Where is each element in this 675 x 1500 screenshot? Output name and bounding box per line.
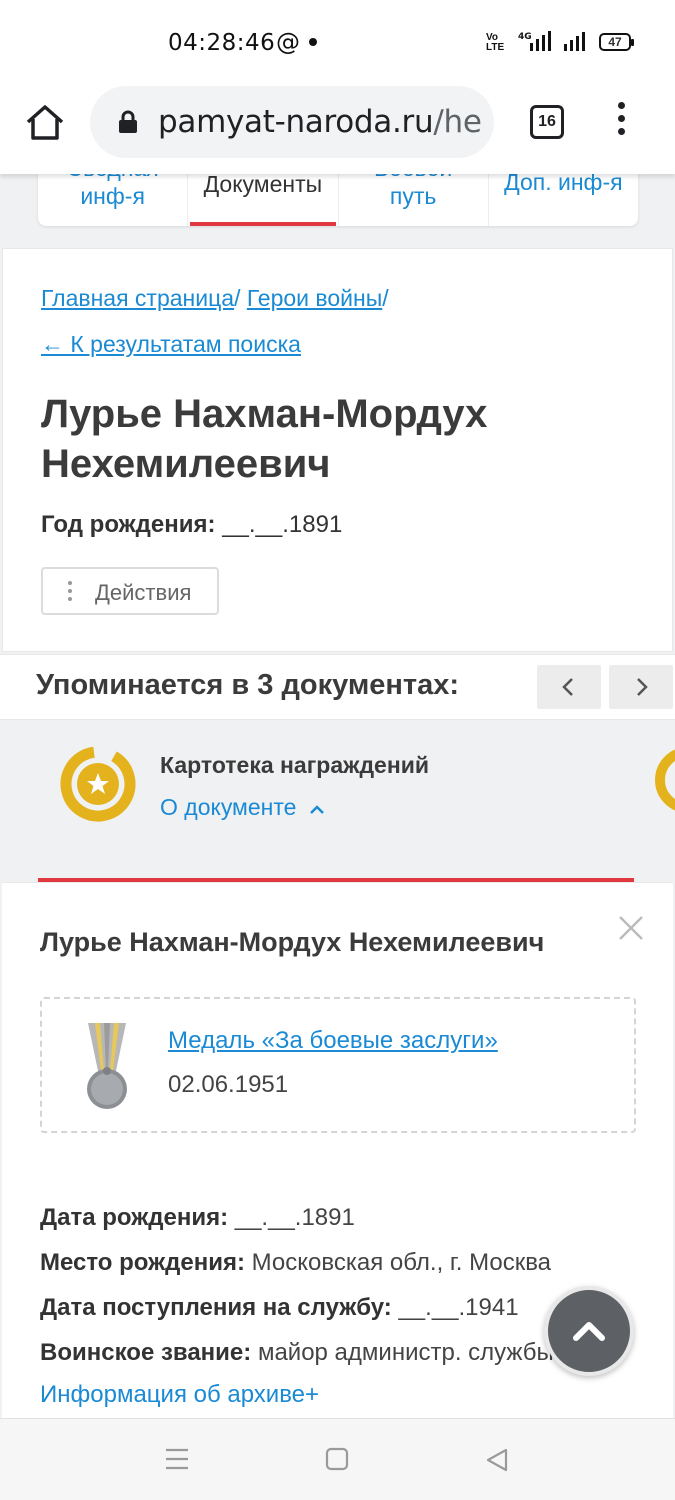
mentions-title: Упоминается в 3 документах:: [36, 669, 460, 701]
home-square-icon[interactable]: [325, 1447, 349, 1471]
url-text: pamyat-naroda.ru/he: [158, 104, 482, 140]
vertical-dots-icon: [67, 581, 73, 605]
fact-rank: Воинское звание: майор администр. службы: [40, 1339, 554, 1366]
network-type-label: 4G: [518, 32, 532, 42]
close-icon[interactable]: [616, 913, 646, 943]
birth-year-label: Год рождения:: [41, 511, 216, 538]
award-card-icon: [60, 746, 136, 822]
status-bar: 04:28:46 @ Vo LTE 4G 47: [0, 0, 675, 86]
person-card: Главная страница/ Герои войны/ ← К резул…: [2, 248, 673, 652]
page-title: Лурье Нахман-Мордух Нехемилеевич: [41, 392, 488, 486]
breadcrumb-separator: /: [382, 285, 389, 311]
url-path: /he: [433, 104, 482, 140]
actions-button[interactable]: Действия: [41, 567, 219, 615]
document-card[interactable]: Картотека награждений О документе: [38, 720, 634, 882]
home-icon[interactable]: [24, 102, 66, 144]
status-time: 04:28:46: [168, 30, 276, 56]
battery-icon: 47: [599, 33, 634, 51]
signal-icon: [564, 32, 585, 51]
archive-info-link[interactable]: Информация об архиве+: [40, 1381, 319, 1409]
birth-year: Год рождения: __.__.1891: [41, 511, 342, 539]
address-bar[interactable]: pamyat-naroda.ru/he: [90, 86, 494, 158]
browser-toolbar: pamyat-naroda.ru/he 16: [0, 86, 675, 174]
notification-dot-icon: [309, 38, 317, 46]
tab-summary[interactable]: Своднаяинф-я: [38, 174, 189, 226]
fact-birth-place: Место рождения: Московская обл., г. Моск…: [40, 1249, 552, 1276]
award-date: 02.06.1951: [168, 1071, 289, 1098]
section-tabs: Своднаяинф-я Документы Боевойпуть Доп. и…: [38, 174, 638, 226]
at-icon: @: [276, 28, 300, 56]
breadcrumb-home-link[interactable]: Главная страница: [41, 285, 234, 311]
recent-apps-icon[interactable]: [164, 1447, 190, 1471]
about-document-toggle[interactable]: О документе: [160, 794, 325, 821]
chevron-left-icon: [562, 678, 573, 696]
back-triangle-icon[interactable]: [484, 1447, 510, 1473]
page-content: Своднаяинф-я Документы Боевойпуть Доп. и…: [0, 174, 675, 1418]
record-facts: Дата рождения: __.__.1891 Место рождения…: [40, 1203, 554, 1383]
next-document-button[interactable]: [609, 665, 673, 709]
system-navigation-bar: [0, 1418, 675, 1500]
back-to-results-link[interactable]: ← К результатам поиска: [41, 331, 301, 358]
tab-documents[interactable]: Документы: [188, 174, 339, 226]
kebab-menu-icon[interactable]: [613, 102, 629, 142]
breadcrumb-heroes-link[interactable]: Герои войны: [247, 285, 382, 311]
scroll-to-top-button[interactable]: [544, 1286, 634, 1376]
chevron-up-icon: [573, 1322, 605, 1341]
tab-combat-path[interactable]: Боевойпуть: [339, 174, 489, 226]
about-document-label: О документе: [160, 794, 297, 820]
record-person-name: Лурье Нахман-Мордух Нехемилеевич: [40, 927, 545, 957]
breadcrumb-separator: /: [234, 285, 241, 311]
award-link[interactable]: Медаль «За боевые заслуги»: [168, 1027, 498, 1055]
chevron-up-icon: [309, 805, 324, 814]
prev-document-button[interactable]: [537, 665, 601, 709]
signal-4g-icon: 4G: [518, 31, 551, 51]
chevron-right-icon: [637, 678, 648, 696]
volte-icon: Vo LTE: [486, 32, 505, 53]
mentions-header: Упоминается в 3 документах:: [0, 654, 675, 720]
fact-birth-date: Дата рождения: __.__.1891: [40, 1204, 355, 1231]
fact-service-start: Дата поступления на службу: __.__.1941: [40, 1294, 519, 1321]
tab-additional-info[interactable]: Доп. инф-я: [489, 174, 638, 226]
actions-button-label: Действия: [95, 580, 192, 605]
tab-switcher-button[interactable]: 16: [530, 105, 564, 139]
lock-icon: [119, 110, 137, 133]
breadcrumb: Главная страница/ Герои войны/: [41, 285, 389, 312]
medal-icon: [87, 1023, 127, 1109]
url-host: pamyat-naroda.ru: [158, 104, 434, 140]
birth-year-value: __.__.1891: [222, 511, 343, 538]
next-document-card-peek[interactable]: [654, 748, 675, 812]
document-title: Картотека награждений: [160, 752, 430, 778]
award-entry: Медаль «За боевые заслуги» 02.06.1951: [40, 997, 636, 1133]
